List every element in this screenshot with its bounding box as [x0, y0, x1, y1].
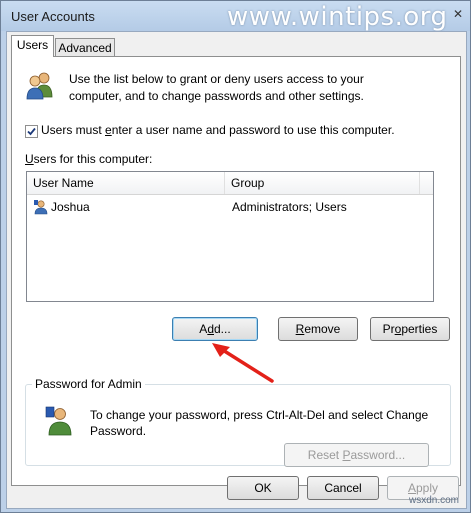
user-password-icon — [45, 406, 72, 436]
close-icon[interactable]: ✕ — [453, 7, 463, 21]
user-name-cell: Joshua — [51, 200, 90, 214]
column-group[interactable]: Group — [225, 172, 420, 194]
cancel-button[interactable]: Cancel — [307, 476, 379, 500]
window-title: User Accounts — [11, 9, 95, 24]
password-groupbox: Password for Admin To change your passwo… — [25, 377, 451, 467]
user-icon — [34, 200, 48, 215]
dialog-client-area: Users Advanced Use the list below to gra… — [6, 31, 467, 509]
column-user-name[interactable]: User Name — [27, 172, 225, 194]
group-cell: Administrators; Users — [232, 200, 347, 214]
users-tab-panel: Use the list below to grant or deny user… — [11, 56, 461, 486]
user-accounts-window: User Accounts www.wintips.org ✕ Users Ad… — [0, 0, 471, 513]
require-login-checkbox[interactable] — [25, 125, 38, 138]
checkmark-icon — [27, 127, 36, 136]
add-user-button[interactable]: Add... — [172, 317, 258, 341]
site-watermark: www.wintips.org — [227, 2, 448, 32]
annotation-arrow-icon — [212, 343, 274, 383]
bottom-watermark: wsxdn.com — [409, 495, 460, 506]
intro-text: Use the list below to grant or deny user… — [69, 72, 364, 103]
reset-password-button[interactable]: Reset Password... — [284, 443, 429, 467]
table-row[interactable]: Joshua Administrators; Users — [27, 196, 433, 218]
properties-button[interactable]: Properties — [370, 317, 450, 341]
users-group-icon — [26, 72, 53, 100]
users-list-label: Users for this computer: — [25, 152, 153, 166]
remove-user-button[interactable]: Remove — [278, 317, 358, 341]
password-groupbox-label: Password for Admin — [32, 377, 145, 391]
ok-button[interactable]: OK — [227, 476, 299, 500]
title-bar: User Accounts www.wintips.org ✕ — [1, 1, 470, 32]
list-header: User Name Group — [27, 172, 433, 195]
password-help-text: To change your password, press Ctrl-Alt-… — [90, 408, 429, 438]
tab-users-label: Users — [16, 38, 49, 52]
tab-advanced[interactable]: Advanced — [55, 38, 115, 57]
users-list[interactable]: User Name Group Joshua Administrators; U… — [26, 171, 434, 302]
require-login-label[interactable]: Users must enter a user name and passwor… — [41, 123, 395, 137]
tab-users[interactable]: Users — [11, 35, 54, 57]
tab-advanced-label: Advanced — [58, 41, 112, 55]
